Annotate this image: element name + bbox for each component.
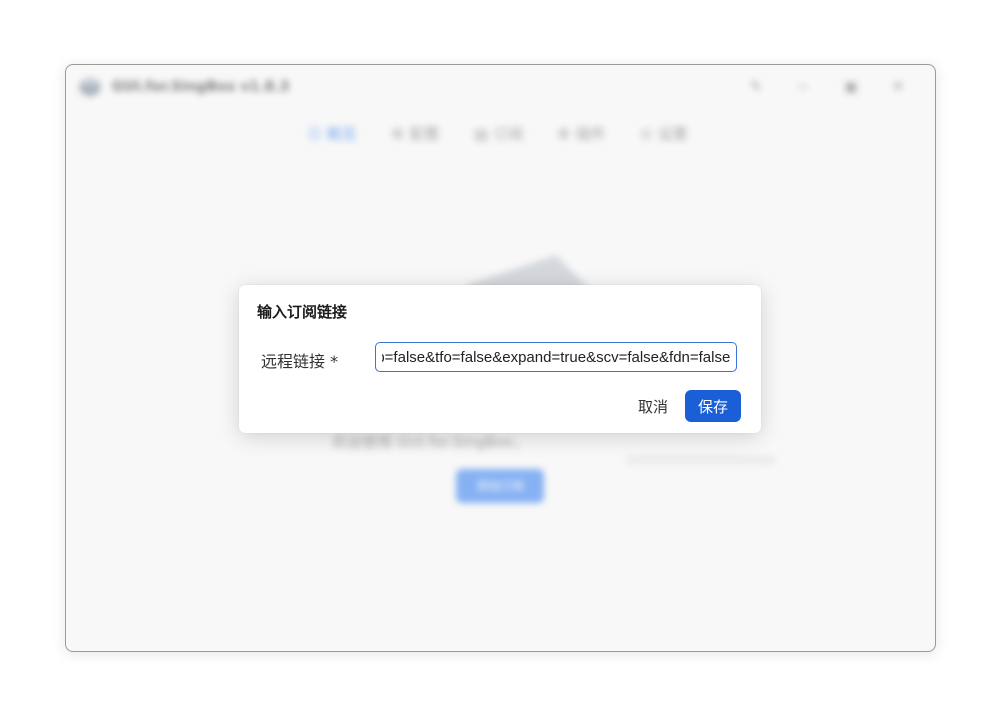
tab-subscriptions[interactable]: ▤ 订阅 <box>474 123 523 144</box>
app-title: GUI.for.SingBox v1.8.3 <box>112 79 290 95</box>
maximize-icon[interactable]: ▣ <box>841 77 861 97</box>
minimize-icon[interactable]: − <box>793 77 813 97</box>
overview-icon: ☷ <box>308 125 322 143</box>
app-logo-icon <box>80 77 100 97</box>
profiles-icon: ⚙ <box>391 125 405 143</box>
tab-label: 配置 <box>409 125 440 143</box>
welcome-text: 欢迎使用 GUI.for.SingBox， <box>332 433 529 451</box>
tab-label: 设置 <box>657 125 688 143</box>
pin-icon[interactable]: ✎ <box>746 77 766 97</box>
remote-url-input[interactable] <box>375 342 737 372</box>
add-subscription-button[interactable]: 添加订阅 <box>456 469 544 503</box>
plugins-icon: ⚙ <box>557 125 571 143</box>
tab-profiles[interactable]: ⚙ 配置 <box>391 123 439 144</box>
welcome-text-tail <box>626 455 776 465</box>
tab-label: 插件 <box>575 125 606 143</box>
dialog-title: 输入订阅链接 <box>257 303 348 321</box>
subscription-url-dialog: 输入订阅链接 远程链接 * 取消 保存 <box>239 285 761 433</box>
tab-overview[interactable]: ☷ 概览 <box>308 123 356 144</box>
subscriptions-icon: ▤ <box>474 125 489 143</box>
cancel-button[interactable]: 取消 <box>627 391 679 421</box>
settings-icon: ⊙ <box>640 125 653 143</box>
titlebar: GUI.for.SingBox v1.8.3 ✎ − ▣ ✕ <box>66 65 935 109</box>
main-nav: ☷ 概览 ⚙ 配置 ▤ 订阅 ⚙ 插件 ⊙ 设置 <box>66 123 935 149</box>
tab-settings[interactable]: ⊙ 设置 <box>640 123 688 144</box>
tab-plugins[interactable]: ⚙ 插件 <box>557 123 605 144</box>
close-icon[interactable]: ✕ <box>888 77 908 97</box>
tab-label: 订阅 <box>493 125 524 143</box>
tab-label: 概览 <box>326 125 357 143</box>
save-button[interactable]: 保存 <box>685 390 741 422</box>
remote-url-label: 远程链接 * <box>261 352 339 371</box>
